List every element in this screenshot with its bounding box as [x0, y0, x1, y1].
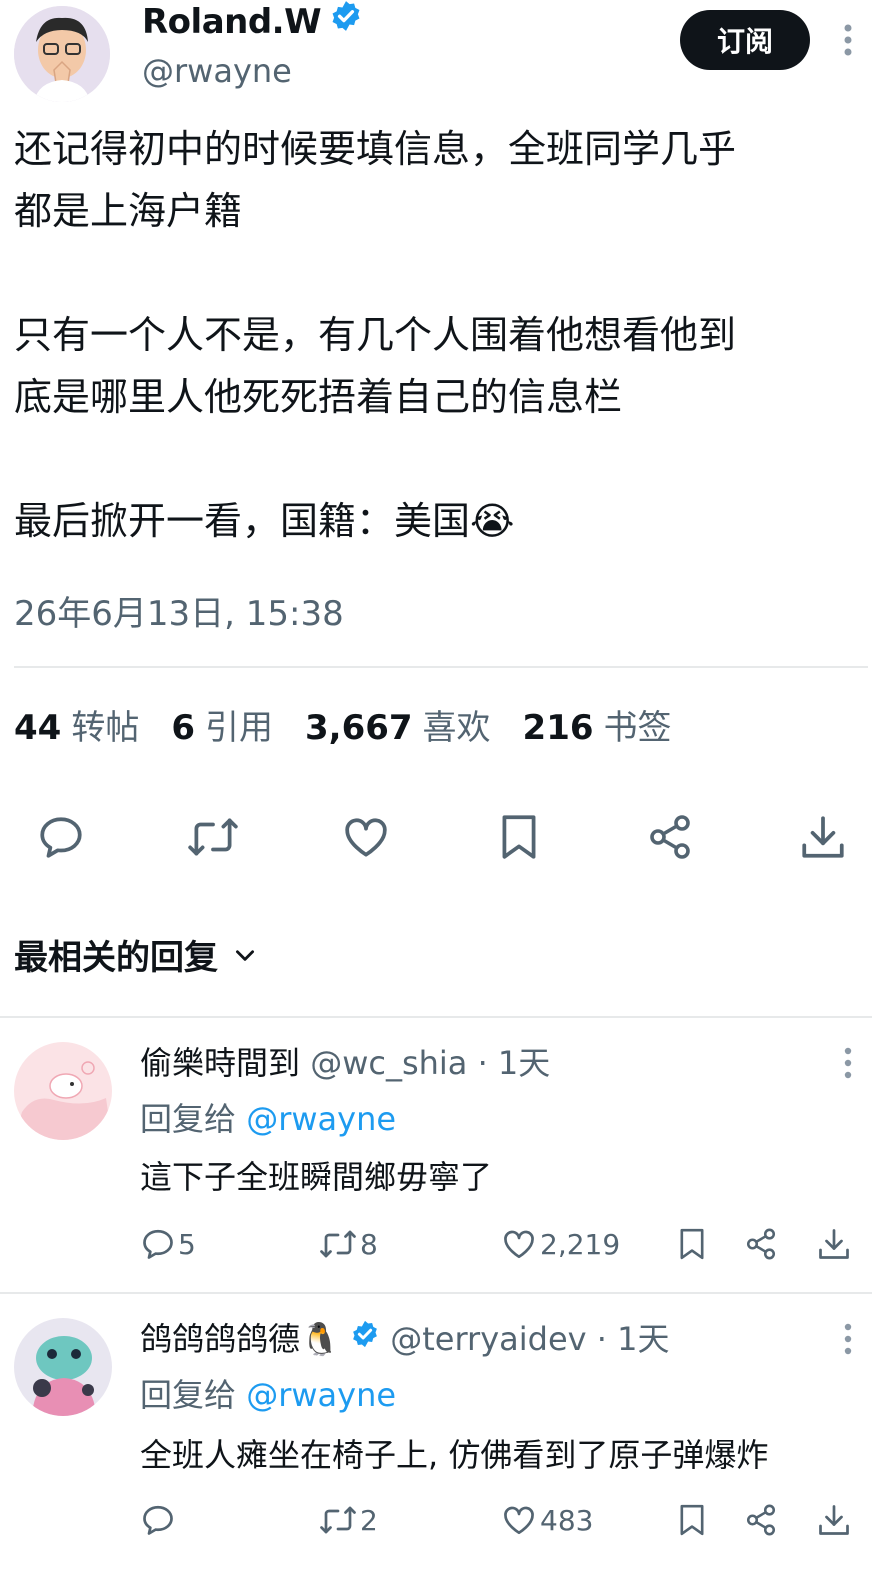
reply-to-line: 回复给 @rwayne	[140, 1370, 396, 1416]
reply-author-handle[interactable]: @terryaidev	[390, 1320, 586, 1358]
more-options-icon[interactable]	[838, 1046, 858, 1084]
reply-to-handle[interactable]: @rwayne	[246, 1376, 396, 1414]
bookmark-icon[interactable]	[676, 1226, 708, 1262]
reply-to-prefix: 回复给	[140, 1100, 237, 1138]
download-icon[interactable]	[798, 812, 848, 866]
like-icon[interactable]	[340, 812, 392, 866]
reply-like-button[interactable]: 483	[500, 1502, 593, 1538]
engagement-stats: 44 转帖 6 引用 3,667 喜欢 216 书签	[14, 700, 672, 749]
author-handle[interactable]: @rwayne	[142, 52, 292, 90]
reply-retweet-count: 8	[360, 1227, 378, 1261]
reply-icon	[143, 1505, 173, 1535]
verified-badge-icon	[329, 0, 363, 42]
reply-avatar[interactable]	[14, 1042, 112, 1140]
reply-author-handle[interactable]: @wc_shia	[310, 1044, 467, 1082]
bookmark-icon[interactable]	[496, 812, 542, 866]
reply-header: 偷樂時間到 @wc_shia · 1天	[140, 1038, 550, 1084]
replies-sort-dropdown[interactable]: 最相关的回复	[14, 930, 258, 979]
bookmark-count[interactable]: 216 书签	[523, 700, 672, 749]
download-icon[interactable]	[816, 1502, 852, 1538]
more-options-icon[interactable]	[838, 22, 858, 62]
reply-author-name[interactable]: 鸽鸽鸽鸽德🐧	[140, 1320, 340, 1358]
reply-reply-button[interactable]: 5	[140, 1226, 196, 1262]
share-icon[interactable]	[646, 812, 694, 866]
retweet-icon	[320, 1230, 356, 1258]
reply-author-name[interactable]: 偷樂時間到	[140, 1044, 300, 1082]
retweet-icon[interactable]	[186, 812, 240, 866]
tweet-text: 还记得初中的时候要填信息，全班同学几乎 都是上海户籍 只有一个人不是，有几个人围…	[14, 127, 737, 543]
share-icon[interactable]	[744, 1226, 778, 1262]
divider	[0, 1292, 872, 1294]
retweet-count[interactable]: 44 转帖	[14, 700, 139, 749]
quote-count[interactable]: 6 引用	[171, 700, 273, 749]
divider	[14, 666, 868, 668]
replies-sort-label: 最相关的回复	[14, 938, 218, 978]
reply-like-button[interactable]: 2,219	[500, 1226, 620, 1262]
chevron-down-icon	[236, 949, 254, 961]
reply-like-count: 2,219	[540, 1227, 621, 1261]
reply-action-bar: 2 483	[140, 1502, 860, 1546]
bookmark-icon[interactable]	[676, 1502, 708, 1538]
reply-text: 全班人瘫坐在椅子上, 仿佛看到了原子弹爆炸	[140, 1436, 769, 1474]
divider	[0, 1016, 872, 1018]
more-options-icon[interactable]	[838, 1322, 858, 1360]
reply-like-count: 483	[540, 1503, 594, 1537]
reply-retweet-count: 2	[360, 1503, 378, 1537]
reply-icon	[143, 1229, 173, 1259]
reply-header: 鸽鸽鸽鸽德🐧 @terryaidev · 1天	[140, 1314, 669, 1360]
reply-action-bar: 5 8 2,219	[140, 1226, 860, 1270]
like-icon	[504, 1506, 534, 1535]
reply-avatar[interactable]	[14, 1318, 112, 1416]
verified-badge-icon	[350, 1319, 380, 1357]
reply-icon[interactable]	[36, 812, 86, 866]
reply-age[interactable]: · 1天	[478, 1044, 551, 1082]
reply-text: 這下子全班瞬間鄉毋寧了	[140, 1158, 493, 1196]
like-count[interactable]: 3,667 喜欢	[305, 700, 491, 749]
reply-age[interactable]: · 1天	[597, 1320, 670, 1358]
author-name-text[interactable]: Roland.W	[142, 2, 322, 42]
reply-to-prefix: 回复给	[140, 1376, 237, 1414]
share-icon[interactable]	[744, 1502, 778, 1538]
reply-retweet-button[interactable]: 8	[318, 1226, 378, 1262]
download-icon[interactable]	[816, 1226, 852, 1262]
author-name[interactable]: Roland.W	[142, 0, 363, 42]
reply-reply-count: 5	[178, 1227, 196, 1261]
reply-reply-button[interactable]	[140, 1502, 178, 1538]
like-icon	[504, 1230, 534, 1259]
reply-retweet-button[interactable]: 2	[318, 1502, 378, 1538]
subscribe-button[interactable]: 订阅	[680, 10, 810, 70]
author-avatar[interactable]	[14, 6, 110, 102]
tweet-timestamp[interactable]: 26年6月13日, 15:38	[14, 586, 344, 635]
reply-to-handle[interactable]: @rwayne	[246, 1100, 396, 1138]
reply-to-line: 回复给 @rwayne	[140, 1094, 396, 1140]
retweet-icon	[320, 1506, 356, 1534]
